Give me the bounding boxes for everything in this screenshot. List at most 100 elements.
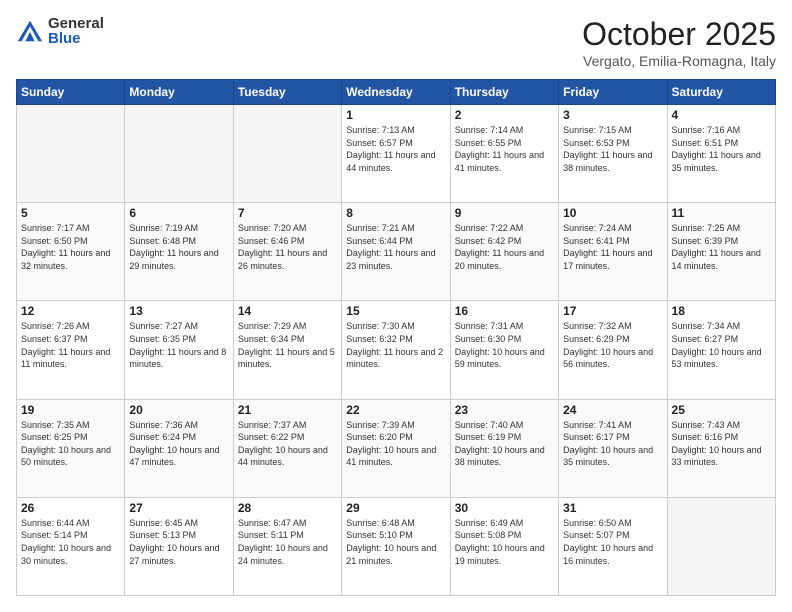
table-row: 22Sunrise: 7:39 AM Sunset: 6:20 PM Dayli…	[342, 399, 450, 497]
day-number: 12	[21, 304, 120, 318]
table-row: 25Sunrise: 7:43 AM Sunset: 6:16 PM Dayli…	[667, 399, 775, 497]
day-info: Sunrise: 6:47 AM Sunset: 5:11 PM Dayligh…	[238, 517, 337, 567]
logo-text: General Blue	[48, 16, 104, 46]
day-info: Sunrise: 7:13 AM Sunset: 6:57 PM Dayligh…	[346, 124, 445, 174]
page: General Blue October 2025 Vergato, Emili…	[0, 0, 792, 612]
day-number: 10	[563, 206, 662, 220]
day-info: Sunrise: 7:17 AM Sunset: 6:50 PM Dayligh…	[21, 222, 120, 272]
day-number: 1	[346, 108, 445, 122]
table-row: 17 Sunrise: 7:32 AM Sunset: 6:29 PM Dayli…	[559, 301, 667, 399]
header: General Blue October 2025 Vergato, Emili…	[16, 16, 776, 69]
col-tuesday: Tuesday	[233, 80, 341, 105]
table-row: 2 Sunrise: 7:14 AM Sunset: 6:55 PM Daylig…	[450, 105, 558, 203]
day-info: Sunrise: 7:40 AM Sunset: 6:19 PM Dayligh…	[455, 419, 554, 469]
day-info: Sunrise: 7:31 AM Sunset: 6:30 PM Dayligh…	[455, 320, 554, 370]
day-number: 15	[346, 304, 445, 318]
table-row: 31Sunrise: 6:50 AM Sunset: 5:07 PM Dayli…	[559, 497, 667, 595]
logo-general-text: General	[48, 16, 104, 31]
table-row: 9 Sunrise: 7:22 AM Sunset: 6:42 PM Daylig…	[450, 203, 558, 301]
day-number: 17	[563, 304, 662, 318]
calendar-week-row: 1 Sunrise: 7:13 AM Sunset: 6:57 PM Daylig…	[17, 105, 776, 203]
logo-icon	[16, 17, 44, 45]
day-number: 30	[455, 501, 554, 515]
table-row	[667, 497, 775, 595]
table-row: 26 Sunrise: 6:44 AM Sunset: 5:14 PM Dayli…	[17, 497, 125, 595]
day-info: Sunrise: 7:35 AM Sunset: 6:25 PM Dayligh…	[21, 419, 120, 469]
day-number: 4	[672, 108, 771, 122]
table-row: 5 Sunrise: 7:17 AM Sunset: 6:50 PM Daylig…	[17, 203, 125, 301]
table-row: 23 Sunrise: 7:40 AM Sunset: 6:19 PM Dayli…	[450, 399, 558, 497]
day-number: 28	[238, 501, 337, 515]
calendar-week-row: 19 Sunrise: 7:35 AM Sunset: 6:25 PM Dayli…	[17, 399, 776, 497]
day-info: Sunrise: 7:16 AM Sunset: 6:51 PM Dayligh…	[672, 124, 771, 174]
logo-blue-text: Blue	[48, 31, 104, 46]
day-number: 27	[129, 501, 228, 515]
table-row: 29Sunrise: 6:48 AM Sunset: 5:10 PM Dayli…	[342, 497, 450, 595]
table-row: 4 Sunrise: 7:16 AM Sunset: 6:51 PM Daylig…	[667, 105, 775, 203]
calendar-header-row: Sunday Monday Tuesday Wednesday Thursday…	[17, 80, 776, 105]
day-info: Sunrise: 7:41 AM Sunset: 6:17 PM Dayligh…	[563, 419, 662, 469]
table-row: 27 Sunrise: 6:45 AM Sunset: 5:13 PM Dayli…	[125, 497, 233, 595]
day-number: 23	[455, 403, 554, 417]
day-info: Sunrise: 7:32 AM Sunset: 6:29 PM Dayligh…	[563, 320, 662, 370]
day-number: 9	[455, 206, 554, 220]
day-number: 21	[238, 403, 337, 417]
day-info: Sunrise: 7:37 AM Sunset: 6:22 PM Dayligh…	[238, 419, 337, 469]
day-info: Sunrise: 7:25 AM Sunset: 6:39 PM Dayligh…	[672, 222, 771, 272]
table-row: 7Sunrise: 7:20 AM Sunset: 6:46 PM Daylig…	[233, 203, 341, 301]
table-row: 1 Sunrise: 7:13 AM Sunset: 6:57 PM Daylig…	[342, 105, 450, 203]
day-info: Sunrise: 6:44 AM Sunset: 5:14 PM Dayligh…	[21, 517, 120, 567]
day-number: 18	[672, 304, 771, 318]
day-info: Sunrise: 7:15 AM Sunset: 6:53 PM Dayligh…	[563, 124, 662, 174]
table-row: 13 Sunrise: 7:27 AM Sunset: 6:35 PM Dayli…	[125, 301, 233, 399]
day-number: 19	[21, 403, 120, 417]
day-info: Sunrise: 6:49 AM Sunset: 5:08 PM Dayligh…	[455, 517, 554, 567]
table-row: 14Sunrise: 7:29 AM Sunset: 6:34 PM Dayli…	[233, 301, 341, 399]
table-row: 24Sunrise: 7:41 AM Sunset: 6:17 PM Dayli…	[559, 399, 667, 497]
day-number: 31	[563, 501, 662, 515]
day-number: 16	[455, 304, 554, 318]
day-number: 26	[21, 501, 120, 515]
table-row: 30 Sunrise: 6:49 AM Sunset: 5:08 PM Dayli…	[450, 497, 558, 595]
month-title: October 2025	[582, 16, 776, 53]
table-row: 15 Sunrise: 7:30 AM Sunset: 6:32 PM Dayli…	[342, 301, 450, 399]
table-row: 10 Sunrise: 7:24 AM Sunset: 6:41 PM Dayli…	[559, 203, 667, 301]
table-row: 3 Sunrise: 7:15 AM Sunset: 6:53 PM Daylig…	[559, 105, 667, 203]
day-info: Sunrise: 6:45 AM Sunset: 5:13 PM Dayligh…	[129, 517, 228, 567]
day-number: 25	[672, 403, 771, 417]
table-row: 6 Sunrise: 7:19 AM Sunset: 6:48 PM Daylig…	[125, 203, 233, 301]
day-number: 3	[563, 108, 662, 122]
table-row: 12 Sunrise: 7:26 AM Sunset: 6:37 PM Dayli…	[17, 301, 125, 399]
col-thursday: Thursday	[450, 80, 558, 105]
day-info: Sunrise: 7:19 AM Sunset: 6:48 PM Dayligh…	[129, 222, 228, 272]
day-number: 20	[129, 403, 228, 417]
day-number: 7	[238, 206, 337, 220]
day-info: Sunrise: 7:26 AM Sunset: 6:37 PM Dayligh…	[21, 320, 120, 370]
table-row: 11 Sunrise: 7:25 AM Sunset: 6:39 PM Dayli…	[667, 203, 775, 301]
day-info: Sunrise: 7:36 AM Sunset: 6:24 PM Dayligh…	[129, 419, 228, 469]
day-number: 11	[672, 206, 771, 220]
calendar-week-row: 5 Sunrise: 7:17 AM Sunset: 6:50 PM Daylig…	[17, 203, 776, 301]
day-number: 2	[455, 108, 554, 122]
day-info: Sunrise: 7:27 AM Sunset: 6:35 PM Dayligh…	[129, 320, 228, 370]
table-row	[17, 105, 125, 203]
table-row: 18 Sunrise: 7:34 AM Sunset: 6:27 PM Dayli…	[667, 301, 775, 399]
table-row: 8Sunrise: 7:21 AM Sunset: 6:44 PM Daylig…	[342, 203, 450, 301]
day-number: 5	[21, 206, 120, 220]
day-info: Sunrise: 7:24 AM Sunset: 6:41 PM Dayligh…	[563, 222, 662, 272]
table-row: 16 Sunrise: 7:31 AM Sunset: 6:30 PM Dayli…	[450, 301, 558, 399]
col-friday: Friday	[559, 80, 667, 105]
day-info: Sunrise: 7:14 AM Sunset: 6:55 PM Dayligh…	[455, 124, 554, 174]
day-info: Sunrise: 7:34 AM Sunset: 6:27 PM Dayligh…	[672, 320, 771, 370]
day-info: Sunrise: 7:30 AM Sunset: 6:32 PM Dayligh…	[346, 320, 445, 370]
col-monday: Monday	[125, 80, 233, 105]
calendar-table: Sunday Monday Tuesday Wednesday Thursday…	[16, 79, 776, 596]
day-info: Sunrise: 7:29 AM Sunset: 6:34 PM Dayligh…	[238, 320, 337, 370]
table-row	[125, 105, 233, 203]
col-saturday: Saturday	[667, 80, 775, 105]
day-number: 13	[129, 304, 228, 318]
day-info: Sunrise: 6:48 AM Sunset: 5:10 PM Dayligh…	[346, 517, 445, 567]
col-sunday: Sunday	[17, 80, 125, 105]
day-info: Sunrise: 7:22 AM Sunset: 6:42 PM Dayligh…	[455, 222, 554, 272]
day-number: 6	[129, 206, 228, 220]
